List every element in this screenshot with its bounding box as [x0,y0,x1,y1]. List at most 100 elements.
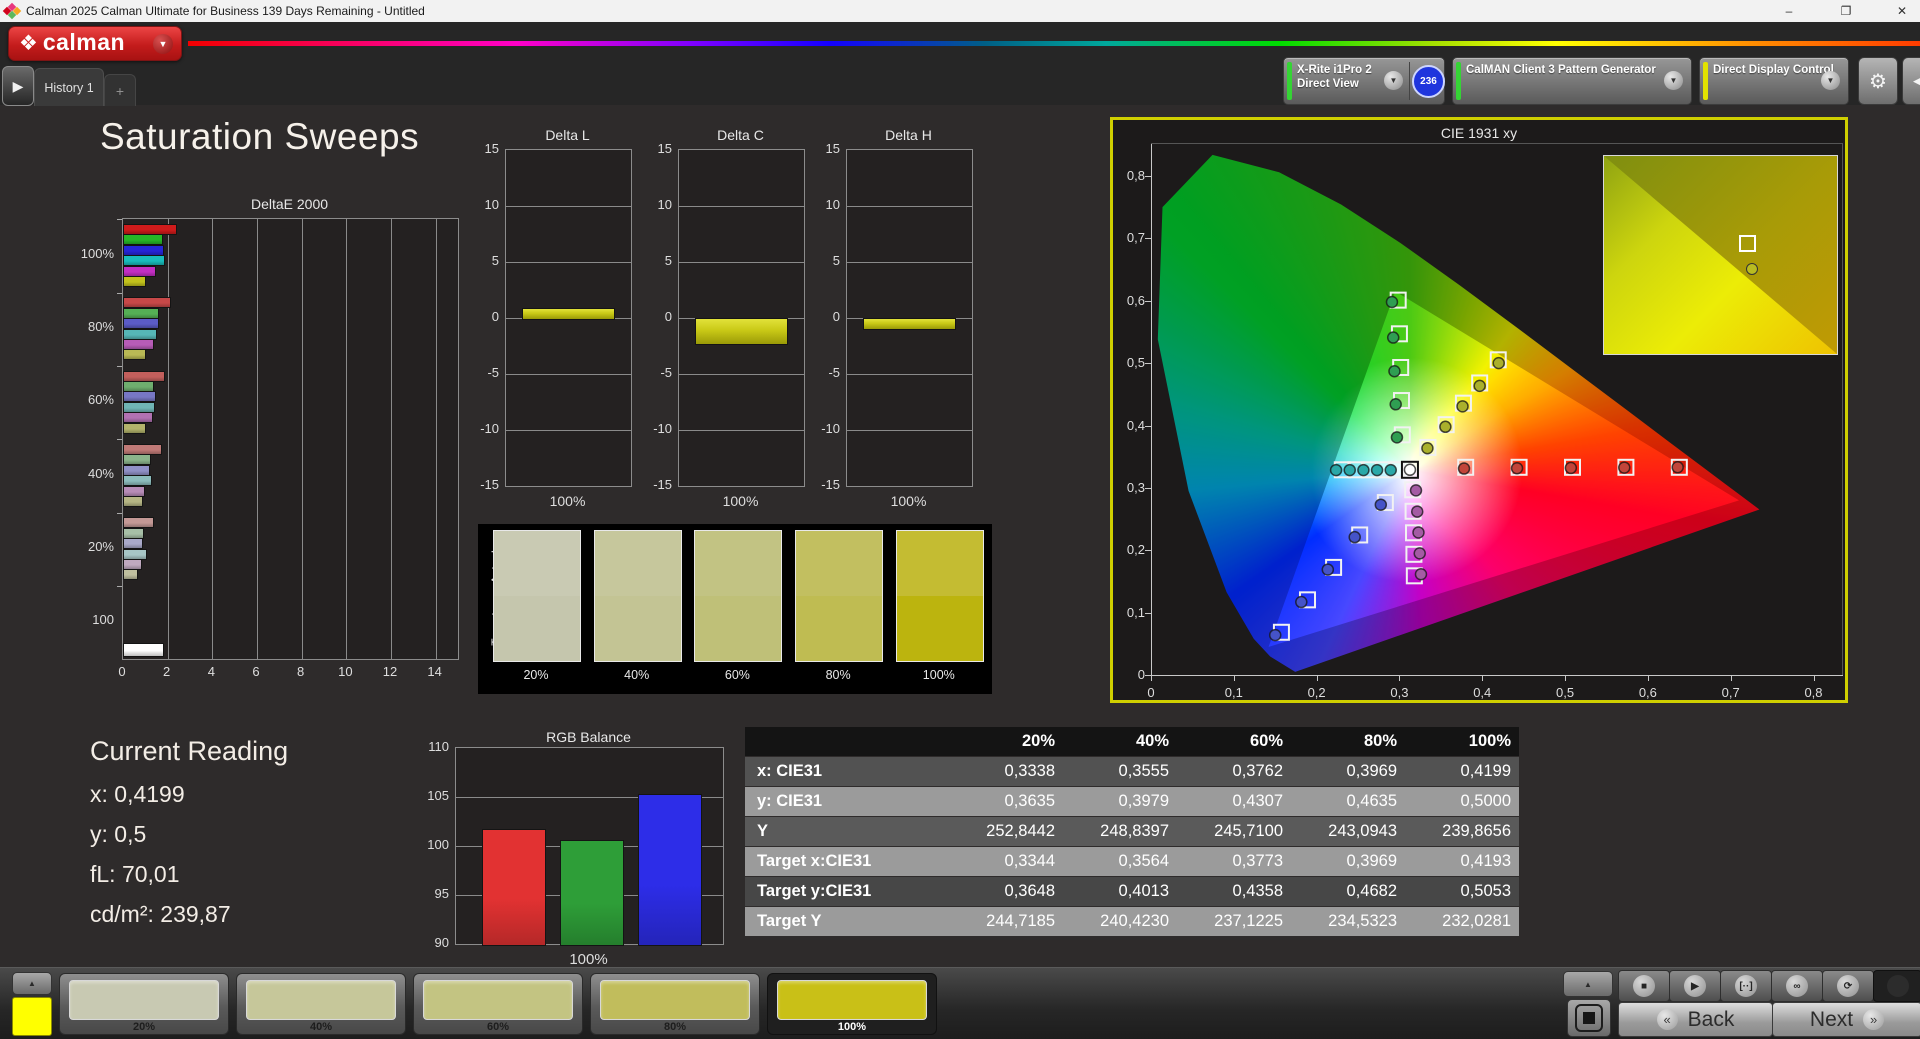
pattern-generator-chevron-down-icon[interactable]: ▼ [1664,71,1683,90]
pattern-window-button[interactable] [1567,999,1611,1037]
table-cell: 0,3762 [1232,762,1283,780]
deltae-plot [122,218,459,660]
delta_c-ytick: -5 [660,365,672,380]
pattern-panel-expand-button[interactable]: ▲ [12,972,52,995]
refresh-button[interactable]: ⟳ [1822,970,1874,1002]
transport-panel-expand-button[interactable]: ▲ [1563,971,1613,997]
restore-button[interactable]: ❐ [1829,0,1863,22]
rgb-xlabel: 100% [569,951,608,968]
pattern-button-40%[interactable]: 40% [236,973,406,1035]
deltae-bar [123,244,165,256]
pattern-button-60%[interactable]: 60% [413,973,583,1035]
table-cell: 232,0281 [1442,912,1511,930]
play-button[interactable]: ▶ [1669,970,1721,1002]
delta_l-plot [505,149,632,487]
deltae-group-label: 60% [87,392,114,408]
reading-x: x: 0,4199 [90,781,185,807]
delta_h-ytick: -5 [828,365,840,380]
meter-status-indicator [1287,62,1292,100]
deltae-bar [123,643,165,657]
pattern-generator-dropdown[interactable]: CalMAN Client 3 Pattern Generator ▼ [1452,57,1692,105]
display-control-status-indicator [1703,62,1708,100]
next-chevrons-icon: » [1863,1009,1885,1030]
swatch-actual [695,531,782,596]
display-control-dropdown[interactable]: Direct Display Control ▼ [1699,57,1849,105]
delta_h-ytick: 5 [832,253,840,268]
pattern-button-80%[interactable]: 80% [590,973,760,1035]
table-cell: 0,3564 [1118,852,1169,870]
minimize-button[interactable]: – [1772,0,1806,22]
close-button[interactable]: ✕ [1885,0,1919,22]
pattern-label: 20% [132,1021,156,1033]
swatch-label: 60% [724,668,750,682]
pattern-button-100%[interactable]: 100% [767,973,937,1035]
deltae-bar [123,370,166,382]
table-cell: 0,3555 [1118,762,1169,780]
add-tab-button[interactable]: + [104,74,136,106]
delta_h-ytick: -15 [821,477,840,492]
table-row: x: CIE31 0,3338 0,3555 0,3762 0,3969 0,4199 [745,757,1519,786]
table-cell: 0,3969 [1346,852,1397,870]
tab-history-1[interactable]: History 1 [34,68,104,106]
table-cell: 0,4199 [1460,762,1511,780]
swatch-label: 80% [825,668,851,682]
deltae-bar [123,517,155,529]
meter-mode: Direct View [1297,78,1359,90]
plus-icon: + [115,82,125,99]
pattern-window-button[interactable]: [··] [1720,970,1772,1002]
settings-button[interactable]: ⚙ [1858,57,1898,105]
continuous-button[interactable]: ∞ [1771,970,1823,1002]
table-row-label: x: CIE31 [757,762,823,780]
delta_c-ytick: -15 [653,477,672,492]
pattern-label: 40% [309,1021,333,1033]
table-cell: 0,4307 [1232,792,1283,810]
deltae-xtick: 10 [338,664,353,679]
delta_l-title: Delta L [545,127,590,143]
back-button[interactable]: « Back [1618,1002,1773,1037]
delta_l-ytick: 15 [484,141,499,156]
calman-menu-button[interactable]: ❖ calman ▼ [8,26,182,61]
delta_c-xlabel: 100% [722,493,759,509]
reading-fl: fL: 70,01 [90,861,180,887]
table-header-cell [745,727,945,756]
display-control-name: Direct Display Control [1713,64,1834,76]
deltae-bar [123,255,166,267]
deltae-xtick: 8 [297,664,305,679]
pattern-chip [69,980,219,1020]
workflow-nav-button[interactable]: ▶ [2,66,34,106]
rgb-ytick: 100 [427,837,449,852]
deltae-xtick: 6 [252,664,260,679]
delta_l-xlabel: 100% [549,493,586,509]
swatch-100% [895,530,984,662]
display-control-chevron-down-icon[interactable]: ▼ [1821,71,1840,90]
stop-button[interactable]: ■ [1618,970,1670,1002]
delta_c-ytick: 5 [664,253,672,268]
swatch-actual [594,531,681,596]
deltae-xtick: 0 [118,664,126,679]
deltae-xtick: 14 [427,664,442,679]
swatch-20% [493,530,581,662]
deltae-bar [123,412,153,424]
deltae-bar [123,527,144,539]
table-cell: 240,4230 [1100,912,1169,930]
deltae-bar [123,338,155,350]
deltae-bar [123,558,142,570]
deltae-group-label: 100 [92,612,114,628]
current-pattern-color[interactable] [12,997,52,1036]
table-cell: 0,3635 [1004,792,1055,810]
pattern-chip [600,980,750,1020]
table-cell: 243,0943 [1328,822,1397,840]
deltae-bar [123,381,155,393]
meter-dropdown[interactable]: X-Rite i1Pro 2 Direct View ▼ 236 [1283,57,1445,105]
calman-app: Calman 2025 Calman Ultimate for Business… [0,0,1920,1039]
deltae-bar [123,265,157,277]
table-header-cell: 40% [1135,732,1169,750]
window-title: Calman 2025 Calman Ultimate for Business… [26,4,425,18]
table-cell: 0,5053 [1460,882,1511,900]
meter-chevron-down-icon[interactable]: ▼ [1384,71,1403,90]
collapse-panel-button[interactable]: ◀ [1902,57,1920,105]
delta_l-ytick: -15 [480,477,499,492]
calman-menu-chevron-icon[interactable]: ▼ [153,33,173,54]
next-button[interactable]: Next » [1772,1002,1920,1037]
pattern-button-20%[interactable]: 20% [59,973,229,1035]
